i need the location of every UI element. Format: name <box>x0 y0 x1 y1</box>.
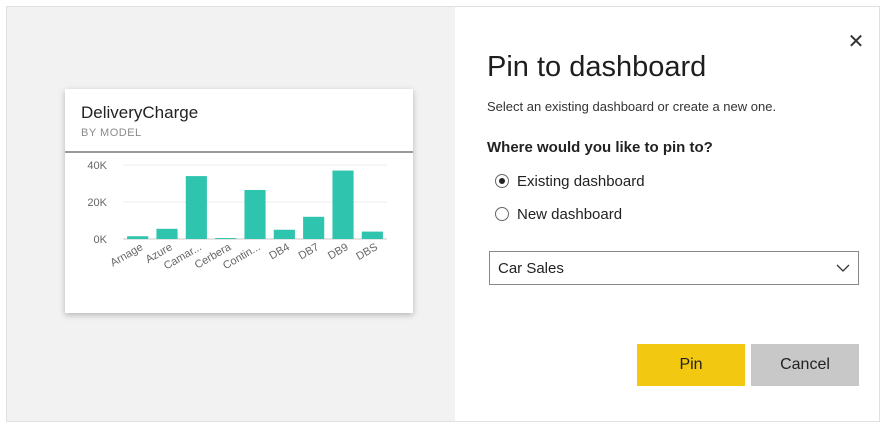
bar[interactable] <box>215 238 237 239</box>
dialog-subtitle: Select an existing dashboard or create a… <box>487 99 777 114</box>
dashboard-select-value: Car Sales <box>498 260 564 277</box>
new-dashboard-radio[interactable]: New dashboard <box>495 203 622 225</box>
chevron-down-icon <box>836 264 850 272</box>
bar-chart: 40K20K0KArnageAzureCamar...CerberaContin… <box>87 160 387 272</box>
pin-button[interactable]: Pin <box>637 344 745 386</box>
tile-header: DeliveryCharge BY MODEL <box>65 89 413 153</box>
x-tick-label: DBS <box>354 241 380 263</box>
dialog-title: Pin to dashboard <box>487 51 707 83</box>
y-tick-label: 0K <box>94 234 108 246</box>
radio-button-selected[interactable] <box>495 174 509 188</box>
radio-button[interactable] <box>495 207 509 221</box>
new-dashboard-label: New dashboard <box>517 205 623 223</box>
bar[interactable] <box>332 170 354 239</box>
pin-options-pane: Pin to dashboard Select an existing dash… <box>487 7 867 421</box>
bar[interactable] <box>244 189 266 239</box>
cancel-button[interactable]: Cancel <box>751 344 859 386</box>
dashboard-select[interactable]: Car Sales <box>489 251 859 285</box>
existing-dashboard-label: Existing dashboard <box>517 172 645 190</box>
bar[interactable] <box>156 228 178 239</box>
tile-title: DeliveryCharge <box>81 103 199 122</box>
bar[interactable] <box>127 236 149 239</box>
pin-dialog: DeliveryCharge BY MODEL 40K 20K 0K Arnage Az… <box>6 6 880 422</box>
bar[interactable] <box>303 216 325 239</box>
chart-tile: DeliveryCharge BY MODEL 40K 20K 0K Arnage Az… <box>65 89 413 313</box>
pin-location-question: Where would you like to pin to? <box>487 139 713 156</box>
y-tick-label: 40K <box>87 160 107 172</box>
x-tick-label: Arnage <box>108 241 145 269</box>
tile-subtitle: BY MODEL <box>81 127 142 139</box>
y-tick-label: 20K <box>87 197 107 209</box>
x-tick-label: DB7 <box>297 241 322 262</box>
bar[interactable] <box>361 231 383 239</box>
radio-dot <box>499 178 505 184</box>
bar[interactable] <box>185 176 207 239</box>
tile-preview-pane: DeliveryCharge BY MODEL 40K 20K 0K Arnage Az… <box>7 7 455 421</box>
bar[interactable] <box>273 229 295 239</box>
x-tick-label: DB9 <box>326 241 351 262</box>
x-tick-label: DB4 <box>267 241 292 262</box>
existing-dashboard-radio[interactable]: Existing dashboard <box>495 170 645 192</box>
